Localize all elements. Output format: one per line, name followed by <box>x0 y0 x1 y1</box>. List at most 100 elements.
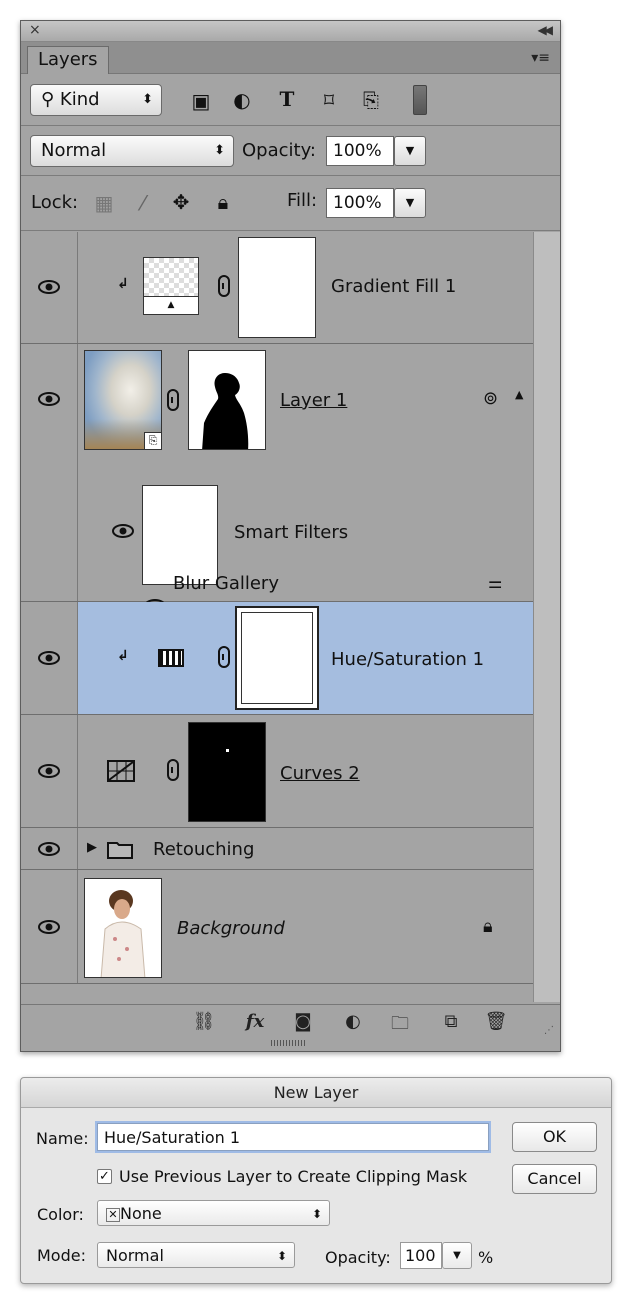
layer-name: Retouching <box>153 839 255 860</box>
lock-transparency-icon[interactable]: ▦ <box>90 191 118 215</box>
collapse-icon[interactable]: ◀◀ <box>538 23 554 37</box>
background-thumbnail <box>84 878 162 978</box>
fill-input[interactable]: 100% <box>326 188 394 218</box>
add-mask-icon[interactable]: ◙ <box>291 1011 315 1032</box>
tab-row: Layers ▾≡ <box>21 42 560 74</box>
layer-row-layer1[interactable]: ⎘ Layer 1 ⊚ ▲ Smart Filters <box>21 344 533 613</box>
dialog-opacity-dropdown[interactable]: ▼ <box>442 1242 472 1269</box>
visibility-column <box>21 828 78 869</box>
link-layers-icon[interactable]: ⛓ <box>192 1011 216 1032</box>
dialog-title: New Layer <box>21 1078 611 1108</box>
lock-position-icon[interactable]: ✥ <box>167 190 195 214</box>
layers-panel: × ◀◀ Layers ▾≡ ⚲ Kind ⬍ ▣ ◐ T ⌑ ⎘ Normal… <box>20 20 561 1052</box>
name-input[interactable]: Hue/Saturation 1 <box>97 1123 489 1151</box>
no-color-swatch-icon: ✕ <box>106 1207 120 1222</box>
eye-icon[interactable] <box>38 842 60 856</box>
clipping-arrow-icon: ↲ <box>117 648 129 664</box>
mode-select[interactable]: Normal ⬍ <box>97 1242 295 1268</box>
clipping-mask-checkbox[interactable]: ✓ <box>97 1169 112 1184</box>
mask-thumbnail <box>238 237 316 338</box>
fill-dropdown[interactable]: ▼ <box>394 188 426 218</box>
mode-label: Mode: <box>37 1246 86 1265</box>
blend-mode-select[interactable]: Normal ⬍ <box>30 135 234 167</box>
eye-icon[interactable] <box>112 524 134 538</box>
eye-icon[interactable] <box>38 920 60 934</box>
new-adjustment-icon[interactable]: ◐ <box>341 1011 365 1032</box>
visibility-column <box>21 870 78 983</box>
layer-row-hue-saturation[interactable]: ↲ Hue/Saturation 1 <box>21 602 533 715</box>
chevron-updown-icon: ⬍ <box>214 143 225 158</box>
gradient-thumbnail: ▲ <box>143 257 199 315</box>
name-label: Name: <box>36 1129 89 1148</box>
new-group-icon[interactable]: 🗀 <box>388 1011 412 1041</box>
opacity-input[interactable]: 100% <box>326 136 394 166</box>
lock-row: Lock: ▦ ⁄ ✥ 🔒︎ Fill: 100% ▼ <box>21 176 560 231</box>
tab-layers[interactable]: Layers <box>27 46 109 74</box>
smart-object-filter-icon[interactable]: ⎘ <box>357 88 385 112</box>
layers-scrollbar[interactable] <box>533 232 560 1002</box>
visibility-column <box>21 715 78 827</box>
clipping-mask-label: Use Previous Layer to Create Clipping Ma… <box>119 1167 468 1186</box>
eye-icon[interactable] <box>38 392 60 406</box>
shape-layer-filter-icon[interactable]: ⌑ <box>315 88 343 112</box>
lock-all-icon[interactable]: 🔒︎ <box>209 190 237 214</box>
cancel-button[interactable]: Cancel <box>512 1164 597 1194</box>
kind-filter-select[interactable]: ⚲ Kind ⬍ <box>30 84 162 116</box>
layer-row-curves[interactable]: Curves 2 <box>21 715 533 828</box>
curves-adjustment-icon <box>107 760 135 782</box>
blend-mode-value: Normal <box>41 140 107 161</box>
smart-filter-indicator-icon: ⊚ <box>483 388 499 409</box>
link-icon[interactable] <box>167 759 179 781</box>
eye-icon[interactable] <box>38 764 60 778</box>
link-icon[interactable] <box>167 389 179 411</box>
ok-button[interactable]: OK <box>512 1122 597 1152</box>
layer-name: Hue/Saturation 1 <box>331 649 485 670</box>
smart-object-badge-icon: ⎘ <box>144 432 162 450</box>
new-layer-dialog: New Layer Name: Hue/Saturation 1 OK Canc… <box>20 1077 612 1284</box>
filter-toggle-switch[interactable] <box>413 85 427 115</box>
close-icon[interactable]: × <box>29 22 41 38</box>
link-icon[interactable] <box>218 275 230 297</box>
folder-icon <box>107 842 133 859</box>
smart-filters-mask-thumbnail <box>142 485 218 585</box>
type-layer-filter-icon[interactable]: T <box>273 87 301 111</box>
chevron-updown-icon: ⬍ <box>142 92 153 107</box>
eye-icon[interactable] <box>38 280 60 294</box>
fill-label: Fill: <box>287 190 318 211</box>
new-layer-icon[interactable]: ⧉ <box>439 1011 463 1032</box>
filter-row: ⚲ Kind ⬍ ▣ ◐ T ⌑ ⎘ <box>21 75 560 126</box>
panel-resize-handle[interactable] <box>271 1040 305 1046</box>
kind-label: Kind <box>59 89 100 110</box>
layer-name: Layer 1 <box>280 390 348 411</box>
layer-name: Curves 2 <box>280 763 360 784</box>
layer-row-gradient-fill[interactable]: ↲ ▲ Gradient Fill 1 <box>21 232 533 344</box>
search-icon: ⚲ <box>41 89 55 110</box>
visibility-column <box>21 344 78 601</box>
fx-icon[interactable]: fx <box>243 1011 267 1032</box>
color-select[interactable]: ✕ None ⬍ <box>97 1200 330 1226</box>
panel-footer: ⛓ fx ◙ ◐ 🗀 ⧉ 🗑︎ ⋰ <box>21 1004 560 1038</box>
pixel-layer-filter-icon[interactable]: ▣ <box>187 89 215 113</box>
link-icon[interactable] <box>218 646 230 668</box>
layer-group-retouching[interactable]: ▶ Retouching <box>21 828 533 870</box>
hue-saturation-mask-thumbnail <box>235 606 319 710</box>
chevron-updown-icon: ⬍ <box>276 1249 287 1263</box>
opacity-dropdown[interactable]: ▼ <box>394 136 426 166</box>
percent-label: % <box>478 1248 494 1267</box>
dialog-opacity-input[interactable]: 100 <box>400 1242 442 1269</box>
blur-gallery-filter[interactable]: Blur Gallery <box>173 573 279 594</box>
eye-icon[interactable] <box>38 651 60 665</box>
lock-label: Lock: <box>31 192 79 213</box>
layer-row-background[interactable]: Background 🔒︎ <box>21 870 533 984</box>
opacity-label: Opacity: <box>242 140 316 161</box>
filter-blending-options-icon[interactable]: ⚌ <box>488 573 502 592</box>
expand-triangle-icon[interactable]: ▲ <box>515 388 523 401</box>
expand-triangle-icon[interactable]: ▶ <box>87 840 97 855</box>
layer1-mask-thumbnail <box>188 350 266 450</box>
lock-paint-icon[interactable]: ⁄ <box>129 191 157 215</box>
smart-filters-label: Smart Filters <box>234 522 349 543</box>
resize-grip-icon[interactable]: ⋰ <box>544 1025 554 1036</box>
panel-menu-icon[interactable]: ▾≡ <box>531 50 550 66</box>
trash-icon[interactable]: 🗑︎ <box>484 1011 508 1032</box>
adjustment-layer-filter-icon[interactable]: ◐ <box>228 88 256 112</box>
